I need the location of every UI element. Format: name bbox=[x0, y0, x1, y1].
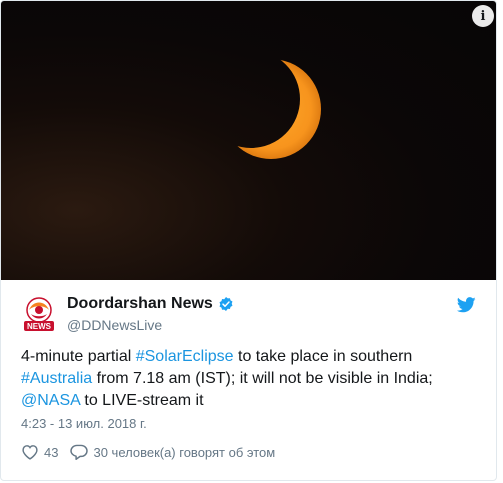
tweet-actions: 43 30 человек(а) говорят об этом bbox=[21, 444, 275, 460]
tweet-text-segment: from 7.18 am (IST); it will not be visib… bbox=[92, 370, 433, 387]
solar-eclipse-image bbox=[221, 59, 321, 159]
tweet-text-segment: 4-minute partial bbox=[21, 348, 136, 365]
eclipse-crescent bbox=[221, 59, 321, 159]
author-names: Doordarshan News @DDNewsLive bbox=[67, 294, 234, 333]
tweet-body: 4-minute partial #SolarEclipse to take p… bbox=[21, 346, 461, 412]
avatar-news-label: NEWS bbox=[27, 322, 52, 331]
twitter-bird-icon[interactable] bbox=[457, 297, 476, 313]
tweet-text-segment: to take place in southern bbox=[233, 348, 413, 365]
author-handle[interactable]: @DDNewsLive bbox=[67, 317, 234, 333]
tweet-timestamp[interactable]: 4:23 - 13 июл. 2018 г. bbox=[21, 416, 147, 431]
author-display-name[interactable]: Doordarshan News bbox=[67, 295, 213, 313]
mention-nasa-link[interactable]: @NASA bbox=[21, 392, 80, 409]
doordarshan-logo-avatar[interactable]: NEWS bbox=[21, 296, 57, 332]
conversation-button[interactable]: 30 человек(а) говорят об этом bbox=[70, 444, 275, 460]
conversation-count-text: 30 человек(а) говорят об этом bbox=[93, 444, 276, 460]
like-count: 43 bbox=[44, 444, 59, 460]
reply-bubble-icon bbox=[70, 444, 89, 460]
heart-icon bbox=[22, 445, 38, 460]
hashtag-australia-link[interactable]: #Australia bbox=[21, 370, 92, 387]
hashtag-solar-eclipse-link[interactable]: #SolarEclipse bbox=[136, 348, 234, 365]
tweet-text-segment: to LIVE-stream it bbox=[79, 392, 204, 409]
tweet-header: NEWS Doordarshan News @DDNewsLive bbox=[21, 294, 234, 333]
verified-badge-icon bbox=[219, 297, 233, 311]
embedded-tweet-card: i NEWS Doordarshan News @DDNewsLive 4-mi… bbox=[0, 0, 497, 481]
like-button[interactable]: 43 bbox=[21, 444, 58, 460]
info-icon[interactable]: i bbox=[472, 5, 494, 27]
tweet-media-image[interactable]: i bbox=[1, 1, 496, 280]
